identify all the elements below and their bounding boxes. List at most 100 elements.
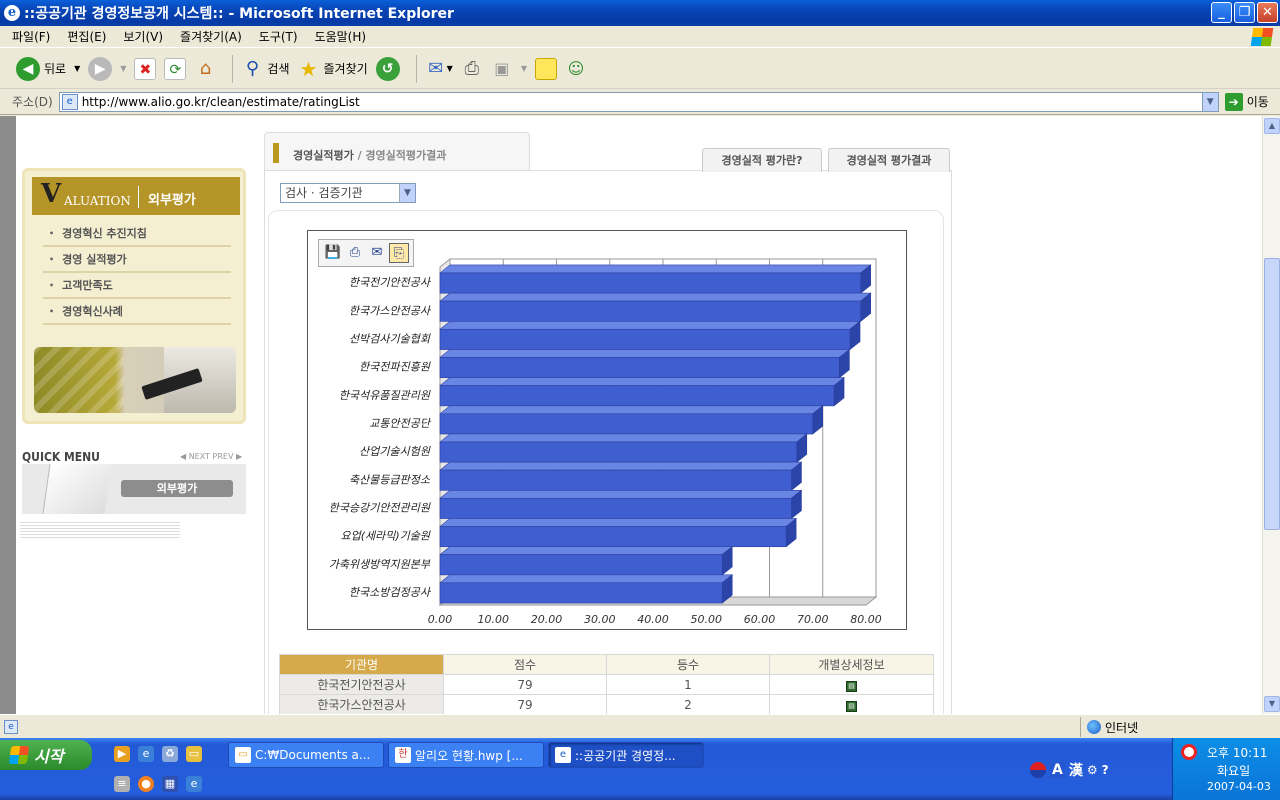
back-dropdown-icon[interactable]: ▼ [74,64,80,73]
ime-toolbar: A 漢 ⚙ ? [1030,760,1109,780]
bar [439,272,861,294]
chevron-down-icon[interactable]: ▼ [399,184,415,202]
menu-help[interactable]: 도움말(H) [315,28,367,45]
sidebar-item-performance[interactable]: • 경영 실적평가 [43,247,231,273]
scroll-thumb[interactable] [1264,258,1280,530]
edit-icon: ▣ [494,58,510,78]
tab-evaluation-results[interactable]: 경영실적 평가결과 [828,148,950,172]
task-hwp[interactable]: 한 알리오 현황.hwp [... [388,742,544,768]
printer-icon: ⎙ [464,57,480,79]
detail-save-icon[interactable]: ▤ [846,681,857,692]
start-button[interactable]: 시작 [0,740,92,770]
favorites-button[interactable]: ★ 즐겨찾기 [298,58,368,80]
bar [439,441,798,463]
results-table: 기관명 점수 등수 개별상세정보 한국전기안전공사 79 1 ▤ 한국가스안전공… [279,654,934,714]
forward-arrow-icon: ▶ [88,56,113,81]
ime-help-icon[interactable]: ? [1102,763,1109,777]
x-tick-label: 50.00 [691,613,723,626]
edit-button[interactable]: ▣ ▼ [491,58,527,80]
ie-quicklaunch-icon[interactable]: e [138,746,154,762]
x-tick-label: 0.00 [428,613,453,626]
globe-icon [1087,720,1101,734]
sidebar-item-cases[interactable]: • 경영혁신사례 [43,299,231,325]
chart-container: 💾 ⎙ ✉ ⎘ 0.00 10.00 20.00 30.00 40.00 50.00 60.… [307,230,907,630]
stop-button[interactable]: ✖ [134,57,157,80]
back-button[interactable]: ◀ 뒤로 ▼ [16,56,80,81]
sidebar-header-initial: V [41,179,62,209]
table-header-row: 기관명 점수 등수 개별상세정보 [279,654,934,675]
recycle-icon[interactable]: ♻ [162,746,178,762]
sidebar-item-guidelines[interactable]: • 경영혁신 추진지침 [43,221,231,247]
close-button[interactable]: ✕ [1257,2,1278,23]
quick-launch-row2: ≡ ● ▦ e [114,776,202,792]
task-documents[interactable]: ▭ C:₩Documents a... [228,742,384,768]
address-input[interactable]: e http://www.alio.go.kr/clean/estimate/r… [58,91,1219,112]
refresh-button[interactable]: ⟳ [164,57,187,80]
search-label: 검색 [267,62,290,76]
category-label: 한국전기안전공사 [349,276,432,289]
ime-hanja[interactable]: 漢 [1069,760,1083,780]
menu-view[interactable]: 보기(V) [123,28,163,45]
title-bar: e ::공공기관 경영정보공개 시스템:: - Microsoft Intern… [0,0,1280,26]
vertical-scrollbar[interactable]: ▲ ▼ [1262,116,1280,714]
category-select[interactable]: 검사 · 검증기관 ▼ [280,183,416,203]
clock-day: 화요일 [1217,764,1251,778]
toolbar-separator [415,54,417,83]
x-tick-label: 20.00 [531,613,563,626]
history-button[interactable]: ↺ [375,56,400,81]
category-label: 산업기술시험원 [359,445,431,458]
mail-dropdown-icon[interactable]: ▼ [447,64,453,73]
table-row: 한국전기안전공사 79 1 ▤ [279,674,934,695]
forward-dropdown-icon[interactable]: ▼ [120,64,126,73]
col-header-rank: 등수 [606,654,770,675]
scroll-down-icon[interactable]: ▼ [1264,696,1280,712]
messenger-button[interactable]: ☺ [565,58,587,80]
category-label: 한국전파진흥원 [359,361,431,374]
messenger-icon[interactable]: ● [138,776,154,792]
go-label: 이동 [1246,95,1269,109]
scroll-up-icon[interactable]: ▲ [1264,118,1280,134]
print-button[interactable]: ⎙ [461,58,483,80]
restore-button[interactable]: ❐ [1234,2,1255,23]
browser-icon[interactable]: e [186,776,202,792]
quick-menu-button[interactable]: 외부평가 [121,480,233,497]
col-header-org: 기관명 [279,654,444,675]
bar [439,554,723,576]
category-label: 가축위생방역지원본부 [329,558,431,571]
menu-edit[interactable]: 편집(E) [67,28,106,45]
address-dropdown-icon[interactable]: ▼ [1201,92,1218,111]
go-button[interactable]: ➔ 이동 [1224,92,1269,111]
notepad-icon[interactable]: ≡ [114,776,130,792]
bar-top [439,320,861,330]
detail-save-icon[interactable]: ▤ [846,701,857,712]
note-button[interactable] [534,57,557,80]
star-icon: ★ [299,56,318,81]
page-icon: e [61,93,78,110]
desktop-icon[interactable]: ▦ [162,776,178,792]
search-button[interactable]: ⚲ 검색 [241,58,290,80]
noentry-icon[interactable] [1181,744,1197,760]
menu-file[interactable]: 파일(F) [12,28,50,45]
minimize-button[interactable]: _ [1211,2,1232,23]
korean-ime-icon[interactable] [1030,762,1046,778]
tab-about-evaluation[interactable]: 경영실적 평가란? [702,148,822,172]
mail-button[interactable]: ✉ ▼ [425,58,453,80]
bar [439,357,840,379]
media-player-icon[interactable]: ▶ [114,746,130,762]
stop-icon: ✖ [134,57,157,80]
windows-logo-icon [1250,28,1274,46]
sidebar-item-satisfaction[interactable]: • 고객만족도 [43,273,231,299]
ime-mode-a[interactable]: A [1050,762,1065,778]
quick-menu-nav[interactable]: ◀ NEXT PREV ▶ [180,452,242,461]
edit-dropdown-icon[interactable]: ▼ [521,64,527,73]
folder-icon[interactable]: ▭ [186,746,202,762]
bar-top [439,264,872,274]
ime-tools-icon[interactable]: ⚙ [1087,763,1098,777]
task-ie[interactable]: e ::공공기관 경영정... [548,742,704,768]
forward-button[interactable]: ▶ ▼ [88,56,126,81]
menu-favorites[interactable]: 즐겨찾기(A) [180,28,242,45]
start-label: 시작 [34,747,64,766]
system-tray: 오후 10:11 화요일 2007-04-03 [1172,738,1280,800]
home-button[interactable]: ⌂ [194,58,216,80]
menu-tools[interactable]: 도구(T) [259,28,298,45]
